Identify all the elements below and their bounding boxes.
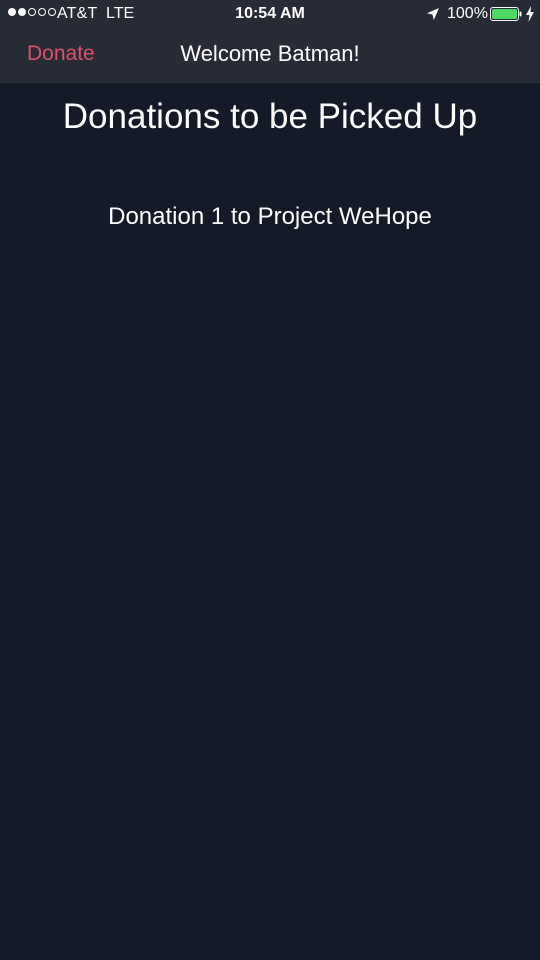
nav-title: Welcome Batman! — [180, 41, 360, 66]
battery-percentage: 100% — [447, 5, 488, 22]
location-arrow-icon — [427, 8, 439, 20]
donation-item[interactable]: Donation 1 to Project WeHope — [0, 200, 540, 234]
donation-list: Donation 1 to Project WeHope — [0, 200, 540, 234]
app-screen: AT&T LTE 10:54 AM 100% Donate Welcome Ba… — [0, 0, 540, 960]
charging-bolt-icon — [526, 6, 534, 22]
status-bar: AT&T LTE 10:54 AM 100% — [0, 0, 540, 28]
page-title: Donations to be Picked Up — [62, 97, 478, 136]
battery-full-icon — [490, 7, 522, 21]
navigation-bar: Donate Welcome Batman! — [0, 28, 540, 83]
